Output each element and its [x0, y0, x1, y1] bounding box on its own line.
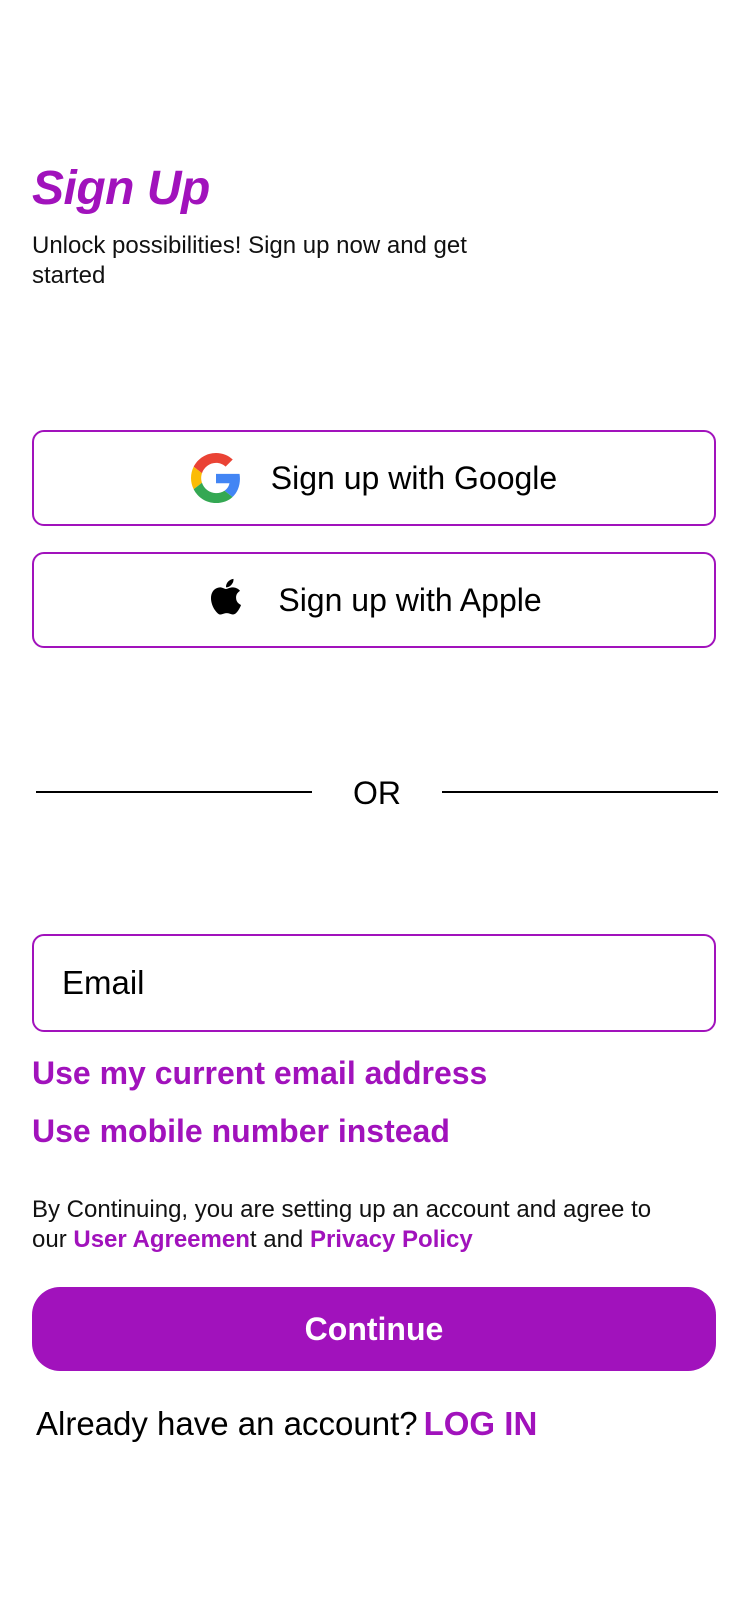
login-prompt-text: Already have an account? [36, 1405, 418, 1442]
divider-line-right [442, 791, 718, 793]
login-prompt: Already have an account? LOG IN [36, 1404, 537, 1444]
privacy-policy-link[interactable]: Privacy Policy [310, 1226, 473, 1253]
sign-up-with-apple-button[interactable]: Sign up with Apple [32, 552, 716, 648]
log-in-link[interactable]: LOG IN [424, 1405, 538, 1442]
user-agreement-link[interactable]: User Agreemen [73, 1226, 250, 1253]
use-mobile-number-link[interactable]: Use mobile number instead [32, 1111, 450, 1151]
use-current-email-link[interactable]: Use my current email address [32, 1053, 487, 1093]
sign-up-with-google-button[interactable]: Sign up with Google [32, 430, 716, 526]
apple-button-label: Sign up with Apple [278, 581, 542, 618]
divider-or-text: OR [353, 775, 401, 811]
email-field[interactable] [32, 934, 716, 1032]
divider-line-left [36, 791, 312, 793]
page-title: Sign Up [32, 162, 210, 215]
email-input[interactable] [60, 963, 684, 1003]
terms-text: By Continuing, you are setting up an acc… [32, 1195, 672, 1255]
page-subtitle: Unlock possibilities! Sign up now and ge… [32, 232, 467, 289]
apple-logo-icon [206, 576, 246, 624]
terms-conjunction: and [256, 1226, 310, 1253]
user-agreement-tail: t [249, 1226, 257, 1253]
google-logo-icon [190, 451, 241, 505]
google-button-label: Sign up with Google [270, 459, 558, 496]
continue-button[interactable]: Continue [32, 1287, 716, 1371]
